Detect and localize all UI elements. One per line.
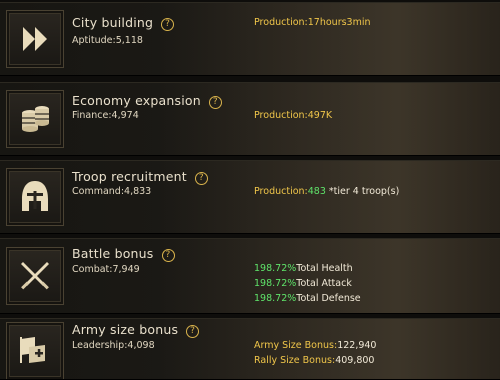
row-background-art [160,161,500,233]
row-stat: Combat:7,949 [72,264,140,275]
rally-size-line: Rally Size Bonus:409,800 [254,355,375,366]
row-economy-expansion: Economy expansion? Finance:4,974 Product… [0,82,500,156]
row-title: Army size bonus? [72,322,200,338]
bonus-line-defense: 198.72%Total Defense [254,293,361,304]
city-building-icon-box[interactable] [6,10,64,68]
crossed-swords-icon [21,262,49,290]
production-line: Production:497K [254,110,333,121]
army-size-line: Army Size Bonus:122,940 [254,340,377,351]
row-stat: Command:4,833 [72,186,152,197]
coin-stack-icon [22,106,49,132]
economy-icon-box[interactable] [6,90,64,148]
troop-icon-box[interactable] [6,168,64,226]
battle-icon-box[interactable] [6,247,64,305]
row-title: Troop recruitment? [72,169,208,185]
bonus-line-health: 198.72%Total Health [254,263,353,274]
row-army-size-bonus: Army size bonus? Leadership:4,098 Army S… [0,318,500,380]
double-arrow-icon [23,27,47,51]
row-battle-bonus: Battle bonus? Combat:7,949 198.72%Total … [0,238,500,314]
help-icon[interactable]: ? [186,325,200,338]
help-icon[interactable]: ? [161,18,175,31]
row-stat: Aptitude:5,118 [72,35,143,46]
help-icon[interactable]: ? [208,96,222,109]
help-icon[interactable]: ? [161,249,175,262]
row-title: City building? [72,15,175,31]
row-background-art [160,3,500,75]
help-icon[interactable]: ? [194,172,208,185]
army-icon-box[interactable] [6,322,64,379]
row-stat: Leadership:4,098 [72,340,155,351]
helmet-icon [22,181,48,211]
flag-plus-icon [20,337,45,363]
bonus-line-attack: 198.72%Total Attack [254,278,352,289]
production-line: Production:17hours3min [254,17,371,28]
row-city-building: City building? Aptitude:5,118 Production… [0,2,500,76]
row-troop-recruitment: Troop recruitment? Command:4,833 Product… [0,160,500,234]
row-stat: Finance:4,974 [72,110,139,121]
production-line: Production:483 *tier 4 troop(s) [254,186,400,197]
row-title: Economy expansion? [72,93,222,109]
row-title: Battle bonus? [72,246,175,262]
